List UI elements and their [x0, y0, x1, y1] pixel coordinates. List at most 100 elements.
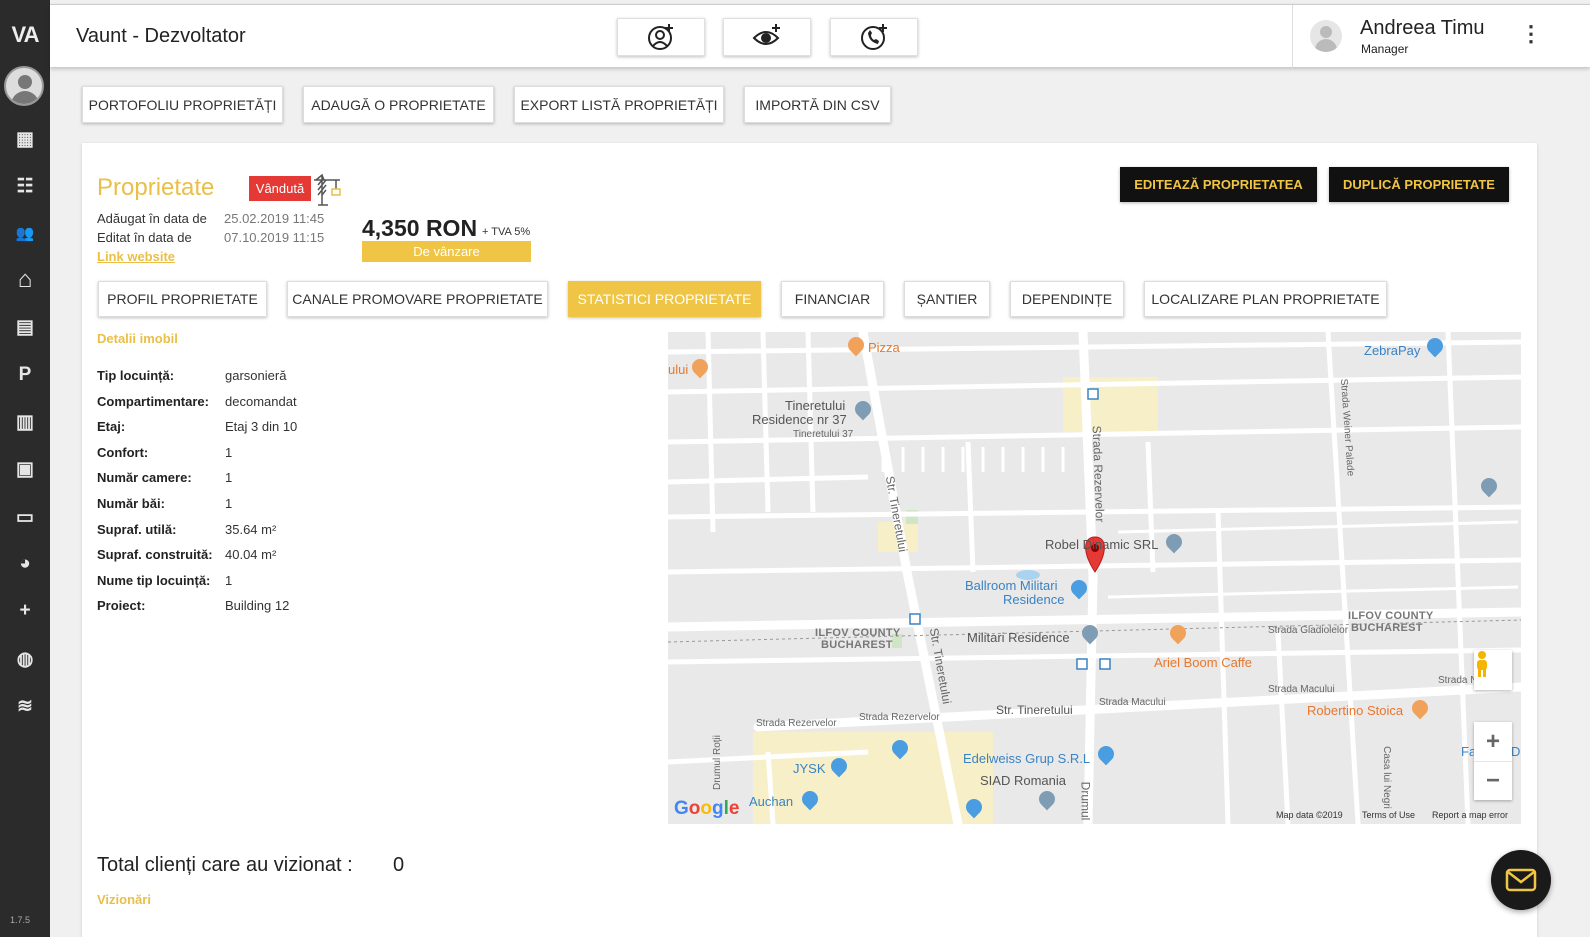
construction-crane-icon: [314, 173, 341, 206]
detail-value: 1: [225, 496, 233, 511]
parking-icon[interactable]: P: [12, 362, 38, 388]
tab-location-plan[interactable]: LOCALIZARE PLAN PROPRIETATE: [1144, 281, 1387, 317]
globe-icon[interactable]: ◍: [12, 646, 38, 672]
tab-statistics[interactable]: STATISTICI PROPRIETATE: [568, 281, 761, 317]
map-label-ballroom-2[interactable]: Residence: [1003, 592, 1064, 607]
detail-value: 1: [225, 573, 233, 588]
property-card: Proprietate Vândută Adăugat în data de 2…: [82, 143, 1537, 937]
rss-icon[interactable]: ≋: [12, 693, 38, 719]
map-label-tineretului-residence-2[interactable]: Residence nr 37: [752, 412, 847, 427]
clipboard-icon[interactable]: ▣: [12, 456, 38, 482]
users-icon[interactable]: 👥: [12, 220, 38, 246]
price: 4,350 RON: [362, 215, 478, 241]
detail-label: Confort:: [97, 445, 149, 460]
status-badge: Vândută: [249, 176, 311, 201]
added-value: 25.02.2019 11:45: [224, 211, 325, 226]
sale-type-badge: De vânzare: [362, 241, 531, 262]
edit-property-button[interactable]: EDITEAZĂ PROPRIETATEA: [1120, 167, 1317, 202]
zoom-in-button[interactable]: +: [1474, 722, 1512, 761]
messages-button[interactable]: [1491, 850, 1551, 910]
add-group-icon[interactable]: +: [12, 598, 38, 624]
street-view-pegman-icon[interactable]: [1474, 650, 1512, 690]
map-label-ariel[interactable]: Ariel Boom Caffe: [1154, 655, 1252, 670]
sidebar-avatar[interactable]: [4, 66, 44, 106]
tab-site[interactable]: ȘANTIER: [904, 281, 990, 317]
map-label-auchan[interactable]: Auchan: [749, 794, 793, 809]
map-label-strada-gladiolelor: Strada Gladiolelor: [1268, 625, 1349, 636]
detail-value: decomandat: [225, 394, 297, 409]
add-call-button[interactable]: [830, 18, 918, 56]
home-icon[interactable]: ⌂: [12, 266, 38, 293]
added-label: Adăugat în data de: [97, 211, 207, 226]
map-label-drumul-rotii: Drumul Roții: [712, 734, 724, 791]
app-logo[interactable]: VA: [3, 22, 47, 48]
add-contact-icon: [648, 24, 673, 50]
app-title: Vaunt - Dezvoltator: [76, 25, 246, 47]
property-map[interactable]: Pizza ului ZebraPay Tineretului Residenc…: [668, 332, 1521, 824]
google-logo: Google: [674, 798, 740, 819]
map-label-edelweiss[interactable]: Edelweiss Grup S.R.L: [963, 751, 1090, 766]
add-viewing-button[interactable]: [723, 18, 811, 56]
map-label-zebrapay[interactable]: ZebraPay: [1364, 343, 1420, 358]
dashboard-icon[interactable]: ▦: [12, 126, 38, 152]
add-property-button[interactable]: ADAUGĂ O PROPRIETATE: [303, 86, 494, 123]
detail-label: Proiect:: [97, 598, 146, 613]
map-label-jysk[interactable]: JYSK: [793, 761, 826, 776]
map-label-strada-macului-2: Strada Macului: [1268, 684, 1335, 695]
map-label-robertino[interactable]: Robertino Stoica: [1307, 703, 1403, 718]
detail-label: Număr camere:: [97, 470, 192, 485]
add-contact-button[interactable]: [617, 18, 705, 56]
pie-chart-icon[interactable]: ◕: [12, 551, 38, 577]
detail-label: Tip locuință:: [97, 368, 175, 383]
viewings-section-title: Vizionări: [97, 892, 151, 907]
map-label-tineretului-residence[interactable]: Tineretului: [785, 398, 845, 413]
portfolio-button[interactable]: PORTOFOLIU PROPRIETĂȚI: [82, 86, 283, 123]
detail-value: Etaj 3 din 10: [225, 419, 298, 434]
user-role: Manager: [1361, 42, 1409, 56]
map-label-militari[interactable]: Militari Residence: [967, 630, 1070, 645]
detail-label: Compartimentare:: [97, 394, 209, 409]
map-label-casa-negri: Casa lui Negri: [1380, 746, 1392, 809]
buildings-icon[interactable]: ▥: [12, 409, 38, 435]
website-link[interactable]: Link website: [97, 249, 175, 264]
map-label-strada-n: Strada N: [1438, 675, 1478, 686]
user-avatar[interactable]: [1310, 20, 1342, 52]
detail-value: Building 12: [225, 598, 290, 613]
header-divider: [1292, 5, 1293, 68]
tab-profile[interactable]: PROFIL PROPRIETATE: [98, 281, 267, 317]
card-icon[interactable]: ▭: [12, 504, 38, 530]
details-section-title: Detalii imobil: [97, 331, 178, 346]
tab-outbuildings[interactable]: DEPENDINȚE: [1010, 281, 1124, 317]
detail-value: 40.04 m²: [225, 547, 277, 562]
detail-label: Număr băi:: [97, 496, 165, 511]
app-version: 1.7.5: [10, 915, 31, 925]
detail-value: 1: [225, 445, 233, 460]
tab-promotion-channels[interactable]: CANALE PROMOVARE PROPRIETATE: [287, 281, 548, 317]
user-name[interactable]: Andreea Timu: [1360, 17, 1485, 40]
map-label-pizza[interactable]: Pizza: [868, 340, 900, 355]
report-map-error-link[interactable]: Report a map error: [1432, 810, 1508, 820]
tab-financial[interactable]: FINANCIAR: [781, 281, 884, 317]
map-label-robel[interactable]: Robel Dinamic SRL: [1045, 537, 1158, 552]
property-heading: Proprietate: [97, 174, 215, 201]
terms-link[interactable]: Terms of Use: [1362, 810, 1415, 820]
trending-icon[interactable]: ▤: [12, 314, 38, 340]
total-visits-label: Total clienți care au vizionat :: [97, 854, 353, 876]
map-label-siad[interactable]: SIAD Romania: [980, 773, 1066, 788]
map-label-strada-macului: Strada Macului: [1099, 697, 1166, 708]
contacts-icon[interactable]: ☷: [12, 173, 38, 199]
import-csv-button[interactable]: IMPORTĂ DIN CSV: [744, 86, 891, 123]
pegman-icon: [1477, 651, 1487, 677]
more-vert-icon[interactable]: ⋮: [1520, 23, 1542, 45]
export-list-button[interactable]: EXPORT LISTĂ PROPRIETĂȚI: [514, 86, 724, 123]
map-label-ului: ului: [668, 362, 689, 377]
detail-label: Supraf. construită:: [97, 547, 213, 562]
duplicate-property-button[interactable]: DUPLICĂ PROPRIETATE: [1329, 167, 1509, 202]
total-visits-value: 0: [393, 854, 405, 876]
zoom-out-button[interactable]: −: [1474, 761, 1512, 800]
mail-icon: [1505, 868, 1537, 892]
map-label-ballroom[interactable]: Ballroom Militari: [965, 578, 1057, 593]
edited-label: Editat în data de: [97, 230, 192, 245]
map-data-attribution: Map data ©2019: [1276, 810, 1343, 820]
detail-value: garsonieră: [225, 368, 287, 383]
